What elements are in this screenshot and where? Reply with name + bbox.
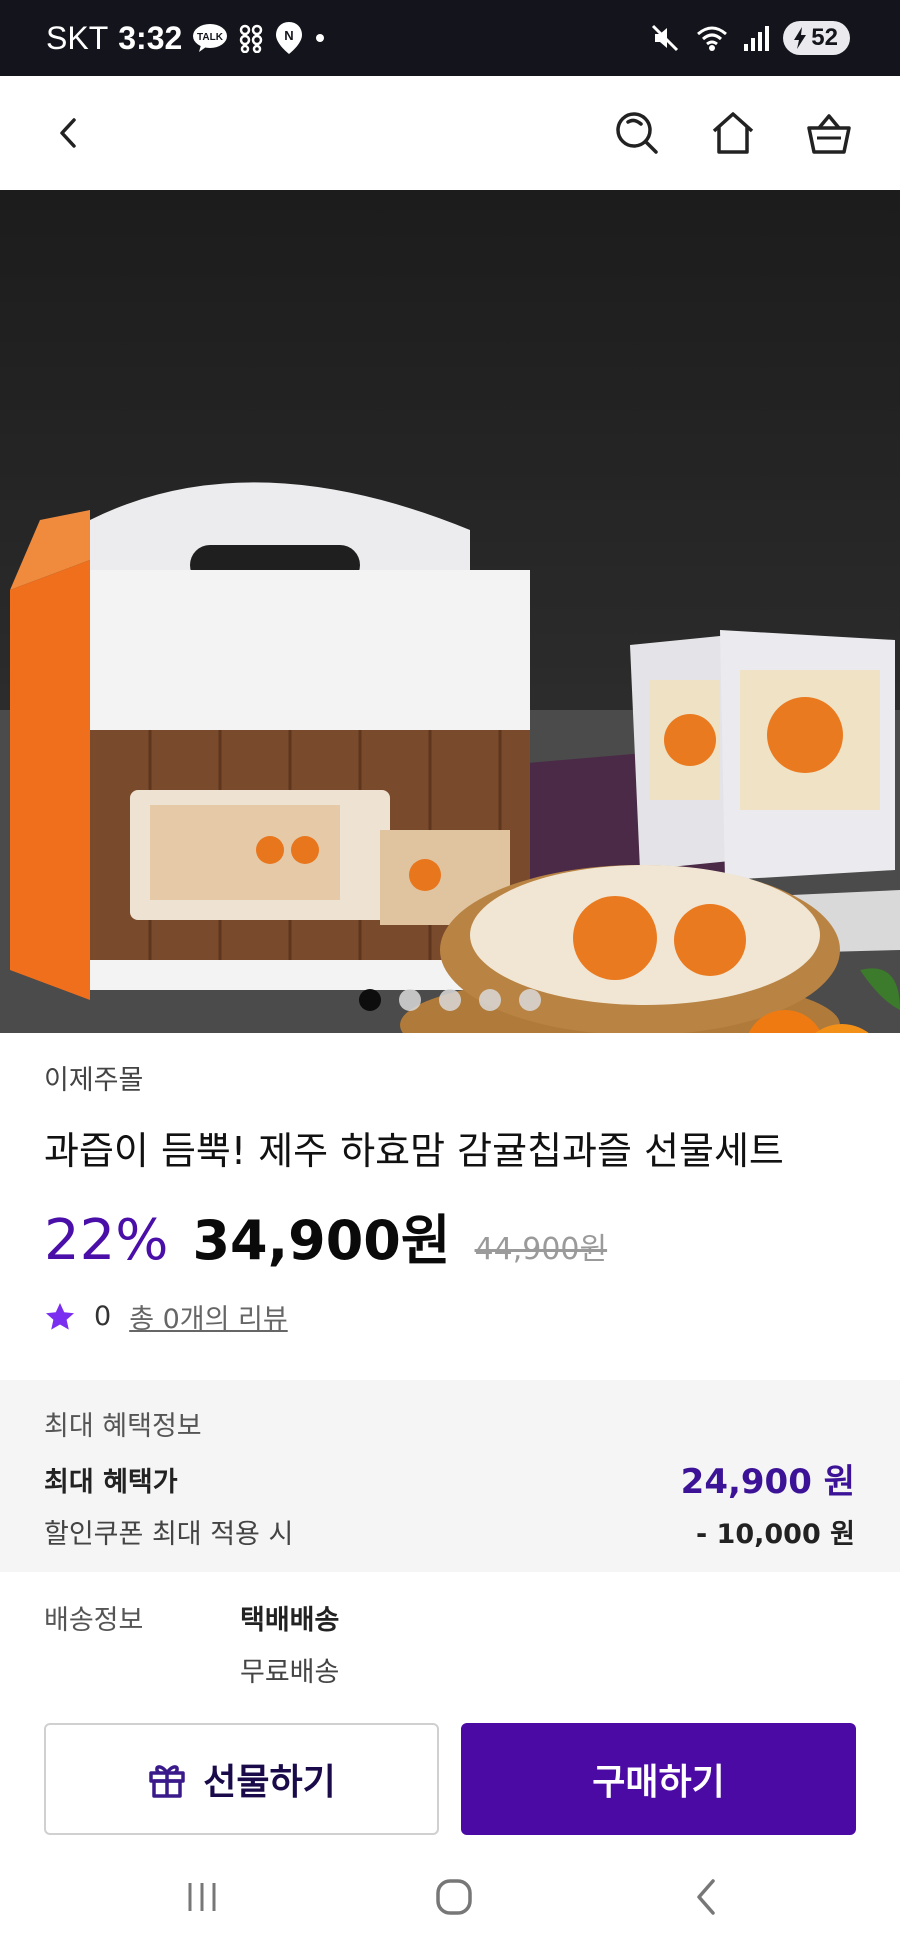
back-chevron-icon <box>691 1877 721 1917</box>
system-navigation-bar <box>0 1846 900 1950</box>
carousel-dot[interactable] <box>439 989 461 1011</box>
status-right: 52 <box>649 0 850 76</box>
signal-icon <box>743 24 770 52</box>
price-row: 22% 34,900원 44,900원 <box>44 1196 607 1275</box>
status-bar: SKT 3:32 TALK N 52 <box>0 0 900 76</box>
naver-badge-text: N <box>285 28 294 43</box>
carousel-indicator <box>0 989 900 1011</box>
search-button[interactable] <box>606 102 668 164</box>
buy-button-label: 구매하기 <box>592 1762 725 1803</box>
carousel-dot[interactable] <box>399 989 421 1011</box>
seller-name[interactable]: 이제주몰 <box>44 1058 143 1097</box>
review-count-link[interactable]: 총 0개의 리뷰 <box>129 1297 288 1336</box>
product-title: 과즙이 듬뿍! 제주 하효맘 감귤칩과즐 선물세트 <box>44 1129 784 1173</box>
benefit-info-panel: 최대 혜택정보 최대 혜택가 24,900 원 할인쿠폰 최대 적용 시 - 1… <box>0 1380 900 1572</box>
star-icon <box>44 1301 76 1333</box>
talk-badge-text: TALK <box>197 32 224 43</box>
carousel-dot[interactable] <box>519 989 541 1011</box>
discount-rate: 22% <box>44 1208 169 1273</box>
delivery-fee: 무료배송 <box>240 1657 340 1688</box>
gift-icon <box>147 1759 187 1799</box>
coupon-label: 할인쿠폰 최대 적용 시 <box>44 1519 294 1550</box>
back-system-button[interactable] <box>676 1872 736 1922</box>
clock: 3:32 <box>118 19 183 56</box>
status-left: SKT 3:32 TALK N <box>46 0 326 76</box>
home-icon <box>709 110 757 156</box>
coupon-discount: - 10,000 원 <box>695 1519 855 1550</box>
back-button[interactable] <box>38 102 100 164</box>
rating-row: 0 총 0개의 리뷰 <box>44 1297 288 1336</box>
charging-icon <box>793 27 807 49</box>
search-icon <box>614 110 660 156</box>
home-circle-icon <box>434 1877 474 1917</box>
home-system-button[interactable] <box>424 1872 484 1922</box>
back-icon <box>54 116 84 150</box>
product-photo <box>0 482 900 1033</box>
wifi-icon <box>695 23 729 53</box>
kakaotalk-icon: TALK <box>192 23 228 53</box>
cart-button[interactable] <box>798 102 860 164</box>
top-navigation <box>0 76 900 190</box>
original-price: 44,900원 <box>474 1232 608 1267</box>
gift-button[interactable]: 선물하기 <box>44 1723 439 1835</box>
delivery-label: 배송정보 <box>44 1605 144 1636</box>
cart-icon <box>805 110 853 156</box>
sale-price: 34,900원 <box>192 1209 451 1272</box>
carousel-dot[interactable] <box>359 989 381 1011</box>
recent-apps-button[interactable] <box>172 1872 232 1922</box>
more-notifications-dot <box>314 32 326 44</box>
battery-level: 52 <box>811 24 838 51</box>
max-benefit-label: 최대 혜택가 <box>44 1467 178 1498</box>
rating-score: 0 <box>94 1301 112 1332</box>
app-grid-icon <box>238 23 264 53</box>
carrier-label: SKT <box>46 19 109 56</box>
max-benefit-price: 24,900 원 <box>680 1462 855 1502</box>
battery-indicator: 52 <box>783 21 850 55</box>
home-button[interactable] <box>702 102 764 164</box>
carousel-dot[interactable] <box>479 989 501 1011</box>
mute-icon <box>649 22 681 54</box>
gift-button-label: 선물하기 <box>203 1762 336 1803</box>
buy-button[interactable]: 구매하기 <box>461 1723 856 1835</box>
delivery-type: 택배배송 <box>240 1605 340 1636</box>
benefit-header: 최대 혜택정보 <box>44 1411 202 1442</box>
product-image-carousel[interactable] <box>0 190 900 1033</box>
recent-apps-icon <box>182 1879 222 1915</box>
naver-map-icon: N <box>274 21 304 55</box>
